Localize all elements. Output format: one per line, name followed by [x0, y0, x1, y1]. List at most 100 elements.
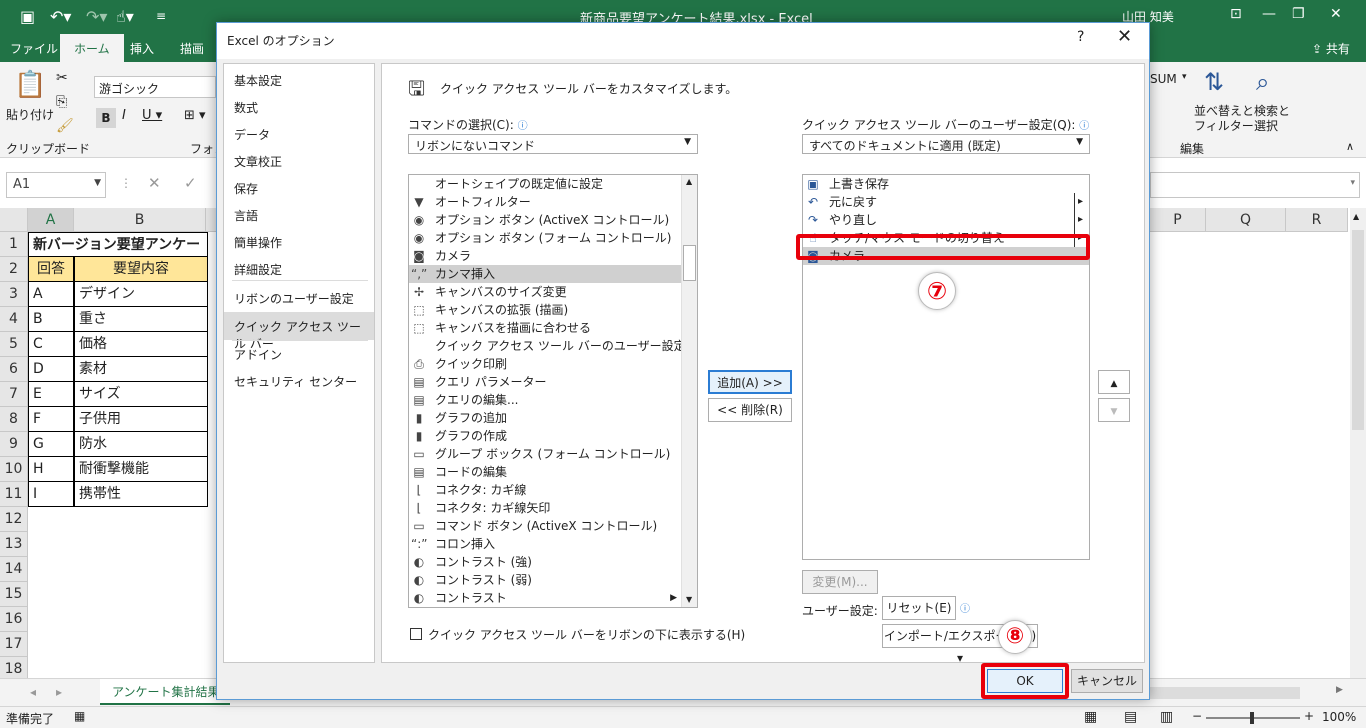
scroll-up-icon[interactable]: ▲: [1353, 212, 1359, 221]
sort-filter-label[interactable]: 並べ替えと フィルター: [1194, 104, 1254, 134]
command-item[interactable]: ▼ オートフィルター: [409, 193, 681, 211]
command-item[interactable]: ⬚ キャンバスの拡張 (描画): [409, 301, 681, 319]
zoom-out-icon[interactable]: −: [1192, 709, 1202, 723]
tab-home[interactable]: ホーム: [60, 34, 124, 62]
row-header[interactable]: 8: [0, 407, 28, 432]
row-header[interactable]: 5: [0, 332, 28, 357]
nav-item[interactable]: 基本設定: [234, 72, 282, 89]
command-item[interactable]: “,” カンマ挿入: [409, 265, 681, 283]
cell-a[interactable]: E: [28, 382, 74, 407]
command-item[interactable]: オートシェイプの既定値に設定: [409, 175, 681, 193]
cell-b[interactable]: 子供用: [74, 407, 208, 432]
paste-icon[interactable]: 📋: [14, 70, 46, 100]
qat-list[interactable]: ▣ 上書き保存 ↶ 元に戻す ▸ ↷ やり直し ▸ ☝ タッチ/マウス モードの切り替え ▸ ◙ カメラ: [802, 174, 1090, 560]
scroll-right-icon[interactable]: ▶: [1336, 685, 1343, 695]
underline-button[interactable]: U ▾: [142, 108, 162, 123]
zoom-in-icon[interactable]: +: [1304, 709, 1314, 723]
ribbon-display-icon[interactable]: ⊡: [1230, 6, 1242, 22]
nav-item[interactable]: 言語: [234, 207, 258, 224]
command-item[interactable]: ⎙ クイック印刷: [409, 355, 681, 373]
qat-item[interactable]: ↶ 元に戻す ▸: [803, 193, 1089, 211]
reset-button[interactable]: リセット(E) ▾: [882, 596, 956, 637]
command-item[interactable]: ▭ コマンド ボタン (ActiveX コントロール): [409, 517, 681, 535]
share-button[interactable]: ⇪ 共有: [1312, 40, 1350, 57]
modify-button[interactable]: 変更(M)...: [802, 570, 878, 594]
cell-a1[interactable]: 新バージョン要望アンケー: [28, 232, 208, 257]
page-break-icon[interactable]: ▥: [1160, 709, 1173, 725]
command-item[interactable]: ▤ コードの編集: [409, 463, 681, 481]
cell-a[interactable]: I: [28, 482, 74, 507]
column-header-p[interactable]: P: [1150, 208, 1206, 232]
nav-item[interactable]: 保存: [234, 180, 258, 197]
command-item[interactable]: ◉ オプション ボタン (フォーム コントロール): [409, 229, 681, 247]
nav-item[interactable]: リボンのユーザー設定: [234, 290, 354, 307]
show-below-ribbon-checkbox[interactable]: [410, 628, 422, 640]
save-icon[interactable]: ▣: [20, 7, 35, 26]
formula-input[interactable]: ▾: [1150, 172, 1360, 198]
command-item[interactable]: ✢ キャンバスのサイズ変更: [409, 283, 681, 301]
touch-mode-icon[interactable]: ☝▾: [116, 7, 134, 26]
add-button[interactable]: 追加(A) >>: [708, 370, 792, 394]
row-header[interactable]: 17: [0, 632, 28, 657]
format-painter-icon[interactable]: 🖌: [56, 118, 74, 134]
sort-filter-icon[interactable]: ⇅: [1204, 68, 1224, 96]
nav-item[interactable]: 簡単操作: [234, 234, 282, 251]
cell-a[interactable]: F: [28, 407, 74, 432]
customize-qat-icon[interactable]: ≡: [156, 9, 166, 23]
cell-a[interactable]: G: [28, 432, 74, 457]
cell-a[interactable]: C: [28, 332, 74, 357]
minimize-icon[interactable]: —: [1262, 6, 1276, 22]
find-icon[interactable]: ⌕: [1256, 68, 1269, 96]
copy-icon[interactable]: ⎘: [56, 94, 67, 110]
cell-a2[interactable]: 回答: [28, 257, 74, 282]
command-item[interactable]: ⬚ キャンバスを描画に合わせる: [409, 319, 681, 337]
cell-b[interactable]: 携帯性: [74, 482, 208, 507]
font-name-box[interactable]: 游ゴシック: [94, 76, 216, 98]
vertical-scrollbar[interactable]: ▲: [1350, 208, 1366, 678]
zoom-slider[interactable]: [1206, 712, 1300, 724]
horizontal-scrollbar[interactable]: [1150, 687, 1300, 699]
command-item[interactable]: ⌊ コネクタ: カギ線矢印: [409, 499, 681, 517]
cell-a[interactable]: B: [28, 307, 74, 332]
row-header[interactable]: 4: [0, 307, 28, 332]
cell-b[interactable]: 耐衝撃機能: [74, 457, 208, 482]
next-sheet-icon[interactable]: ▸: [56, 685, 62, 699]
cell-a[interactable]: A: [28, 282, 74, 307]
row-header[interactable]: 11: [0, 482, 28, 507]
command-item[interactable]: ▮ グラフの作成: [409, 427, 681, 445]
command-item[interactable]: ◉ オプション ボタン (ActiveX コントロール): [409, 211, 681, 229]
move-down-button[interactable]: ▼: [1098, 398, 1130, 422]
zoom-level[interactable]: 100%: [1322, 710, 1356, 724]
row-header[interactable]: 3: [0, 282, 28, 307]
tab-draw[interactable]: 描画: [180, 40, 204, 57]
maximize-icon[interactable]: ❐: [1292, 6, 1305, 22]
cell-b[interactable]: サイズ: [74, 382, 208, 407]
row-header[interactable]: 6: [0, 357, 28, 382]
cancel-entry-icon[interactable]: ✕: [148, 174, 161, 192]
tab-insert[interactable]: 挿入: [130, 40, 154, 57]
cut-icon[interactable]: ✂: [56, 70, 68, 86]
commands-list[interactable]: オートシェイプの既定値に設定 ▼ オートフィルター ◉ オプション ボタン (Activ…: [408, 174, 698, 608]
command-item[interactable]: ◙ カメラ: [409, 247, 681, 265]
move-up-button[interactable]: ▲: [1098, 370, 1130, 394]
column-header-q[interactable]: Q: [1206, 208, 1286, 232]
prev-sheet-icon[interactable]: ◂: [30, 685, 36, 699]
find-select-label[interactable]: 検索と 選択: [1254, 104, 1290, 134]
collapse-ribbon-icon[interactable]: ∧: [1346, 140, 1354, 153]
sheet-tab-active[interactable]: アンケート集計結果: [100, 679, 230, 705]
row-header[interactable]: 9: [0, 432, 28, 457]
row-header[interactable]: 13: [0, 532, 28, 557]
italic-button[interactable]: I: [122, 108, 126, 123]
command-item[interactable]: ⌊ コネクタ: カギ線: [409, 481, 681, 499]
help-icon[interactable]: ?: [1077, 29, 1084, 45]
command-item[interactable]: ◐ コントラスト ▶: [409, 589, 681, 607]
commands-list-scrollbar[interactable]: ▲ ▼: [681, 175, 697, 607]
scroll-up-icon[interactable]: ▲: [686, 177, 692, 186]
scroll-down-icon[interactable]: ▼: [686, 595, 692, 604]
choose-commands-select[interactable]: リボンにないコマンド ▼: [408, 134, 698, 154]
row-header[interactable]: 10: [0, 457, 28, 482]
close-window-icon[interactable]: ✕: [1330, 6, 1342, 22]
command-item[interactable]: ▤ クエリの編集...: [409, 391, 681, 409]
column-header-a[interactable]: A: [28, 208, 74, 232]
nav-item[interactable]: クイック アクセス ツール バー: [224, 312, 374, 351]
